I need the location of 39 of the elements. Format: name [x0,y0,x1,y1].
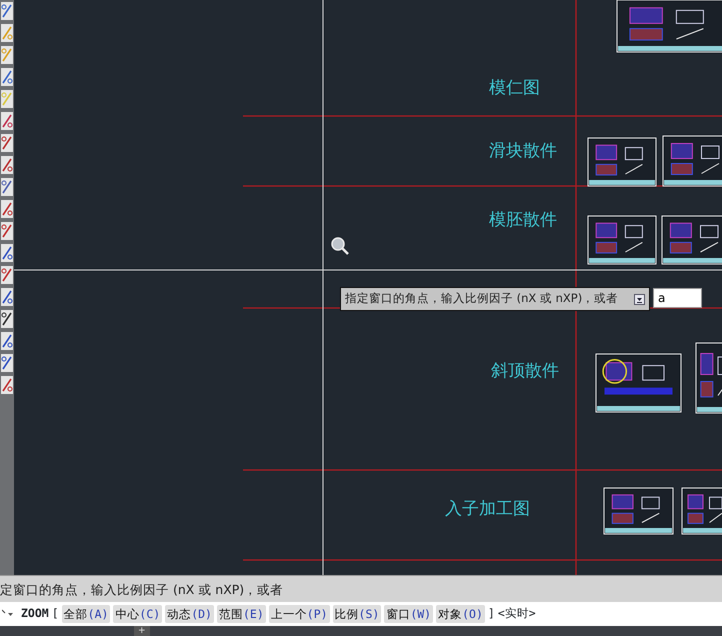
command-option[interactable]: 对象(O) [436,605,485,623]
dropdown-icon[interactable] [634,294,645,304]
zoom-icon [331,237,349,255]
bracket: [ [52,605,59,622]
command-option[interactable]: 范围(E) [216,605,266,623]
drawing-label: 入子加工图 [445,501,530,518]
command-name: ZOOM [21,605,49,622]
tool-icon[interactable] [1,310,13,328]
drawing-label: 斜顶散件 [491,363,559,380]
tool-icon[interactable] [1,244,13,262]
tool-icon[interactable] [1,134,13,152]
drawing-sheet [588,216,656,264]
default-option: <实时> [498,605,536,623]
add-layout-tab[interactable]: + [134,626,150,636]
tool-icon[interactable] [1,156,13,174]
dynamic-input-field[interactable]: a [653,288,702,308]
tool-icon[interactable] [1,112,13,130]
drawing-sheet [588,138,656,186]
command-option[interactable]: 窗口(W) [384,605,434,623]
command-option[interactable]: 上一个(P) [268,605,330,623]
drawing-label: 滑块散件 [489,143,557,160]
tool-icon[interactable] [1,200,13,218]
tool-icon[interactable] [1,288,13,306]
command-option[interactable]: 全部(A) [62,605,110,623]
tooltip-text: 指定窗口的角点，输入比例因子 (nX 或 nXP)，或者 [345,290,618,308]
tool-icon[interactable] [1,266,13,284]
drawing-label: 模仁图 [489,80,540,97]
tool-icon[interactable] [1,178,13,196]
bracket: ] [488,605,495,622]
tool-icon[interactable] [1,354,13,372]
tool-icon[interactable] [1,332,13,350]
tool-icon[interactable] [1,222,13,240]
command-history: 定窗口的角点，输入比例因子 (nX 或 nXP)，或者 [0,575,722,602]
command-option[interactable]: 比例(S) [332,605,382,623]
tool-icon[interactable] [1,376,13,394]
command-option[interactable]: 中心(C) [113,605,162,623]
command-option[interactable]: 动态(D) [165,605,214,623]
drawing-sheet [604,488,674,534]
drawing-label: 模胚散件 [489,212,557,229]
